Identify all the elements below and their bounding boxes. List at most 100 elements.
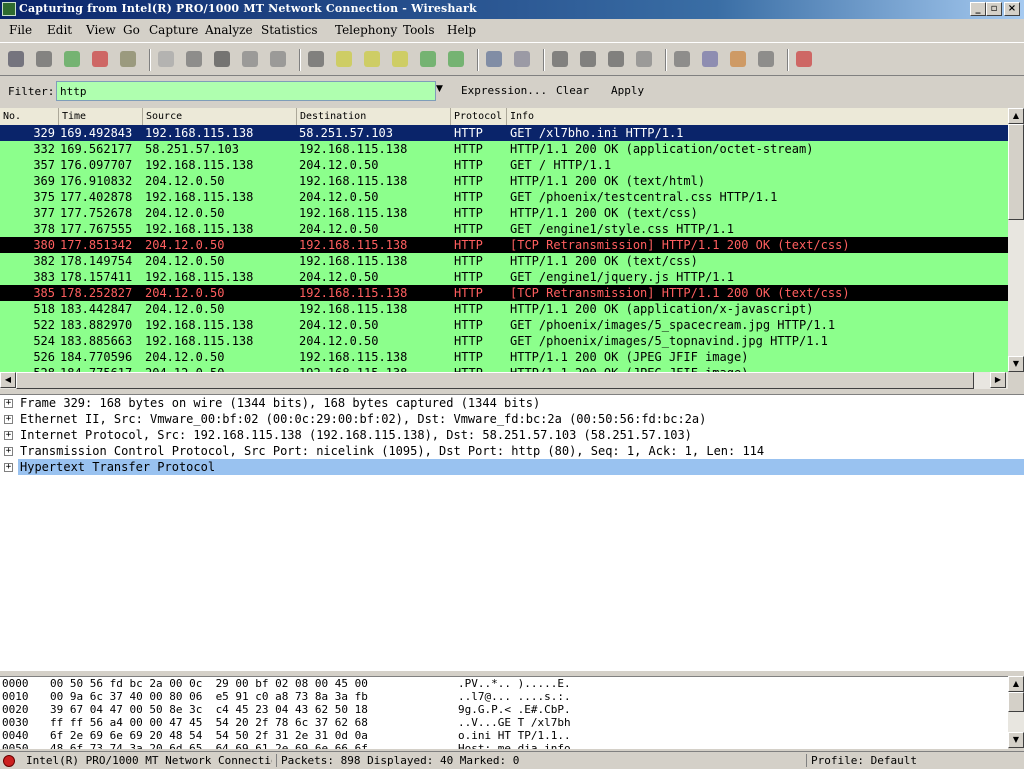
column-header-protocol[interactable]: Protocol <box>451 108 507 125</box>
stop-capture-icon[interactable] <box>92 51 108 67</box>
menu-capture[interactable]: Capture <box>149 23 198 37</box>
menu-view[interactable]: View <box>86 23 116 37</box>
display-filters-icon[interactable] <box>702 51 718 67</box>
go-first-icon[interactable] <box>420 51 436 67</box>
column-header-source[interactable]: Source <box>143 108 297 125</box>
expand-plus-icon[interactable]: + <box>4 415 13 424</box>
help-icon[interactable] <box>796 51 812 67</box>
column-header-info[interactable]: Info <box>507 108 1008 125</box>
hex-row[interactable]: 0050 48 6f 73 74 3a 20 6d 65 64 69 61 2e … <box>0 742 1008 749</box>
close-window-button[interactable]: × <box>1004 2 1020 16</box>
go-back-icon[interactable] <box>336 51 352 67</box>
scroll-left-icon[interactable]: ◀ <box>0 372 16 388</box>
scroll-right-icon[interactable]: ▶ <box>990 372 1006 388</box>
packet-details-pane[interactable]: + Frame 329: 168 bytes on wire (1344 bits… <box>0 394 1024 671</box>
hex-scroll-up-icon[interactable]: ▲ <box>1008 676 1024 692</box>
scroll-thumb[interactable] <box>1008 124 1024 220</box>
close-file-icon[interactable] <box>214 51 230 67</box>
menu-tools[interactable]: Tools <box>403 23 435 37</box>
packet-row[interactable]: 383 178.157411 192.168.115.138 204.12.0.50 H… <box>0 269 1008 285</box>
packet-list-vscrollbar[interactable]: ▲ ▼ <box>1008 108 1024 372</box>
find-icon[interactable] <box>308 51 324 67</box>
column-header-no[interactable]: No. <box>0 108 59 125</box>
menu-file[interactable]: File <box>9 23 32 37</box>
interface-list-icon[interactable] <box>8 51 24 67</box>
capture-filters-icon[interactable] <box>674 51 690 67</box>
packet-list-hscrollbar[interactable]: ◀ ▶ <box>0 372 1008 389</box>
preferences-icon[interactable] <box>758 51 774 67</box>
packet-row[interactable]: 524 183.885663 192.168.115.138 204.12.0.50 H… <box>0 333 1008 349</box>
packet-row[interactable]: 382 178.149754 204.12.0.50 192.168.115.138 H… <box>0 253 1008 269</box>
packet-row[interactable]: 380 177.851342 204.12.0.50 192.168.115.138 H… <box>0 237 1008 253</box>
hex-row[interactable]: 0000 00 50 56 fd bc 2a 00 0c 29 00 bf 02 … <box>0 677 1008 690</box>
hex-scroll-thumb[interactable] <box>1008 692 1024 712</box>
packet-row[interactable]: 385 178.252827 204.12.0.50 192.168.115.138 H… <box>0 285 1008 301</box>
expand-plus-icon[interactable]: + <box>4 399 13 408</box>
maximize-button[interactable]: ▫ <box>986 2 1002 16</box>
packet-row[interactable]: 332 169.562177 58.251.57.103 192.168.115.13… <box>0 141 1008 157</box>
packet-row[interactable]: 522 183.882970 192.168.115.138 204.12.0.50 H… <box>0 317 1008 333</box>
column-header-time[interactable]: Time <box>59 108 143 125</box>
restart-capture-icon[interactable] <box>120 51 136 67</box>
expand-plus-icon[interactable]: + <box>4 431 13 440</box>
expert-info-icon[interactable] <box>3 755 15 767</box>
packet-bytes-pane[interactable]: 0000 00 50 56 fd bc 2a 00 0c 29 00 bf 02 … <box>0 676 1008 749</box>
menu-telephony[interactable]: Telephony <box>335 23 397 37</box>
print-icon[interactable] <box>270 51 286 67</box>
hex-row[interactable]: 0020 39 67 04 47 00 50 8e 3c c4 45 23 04 … <box>0 703 1008 716</box>
clear-filter-button[interactable]: Clear <box>556 84 589 97</box>
packet-row[interactable]: 375 177.402878 192.168.115.138 204.12.0.50 H… <box>0 189 1008 205</box>
start-capture-icon[interactable] <box>64 51 80 67</box>
detail-tree-item[interactable]: + Hypertext Transfer Protocol <box>4 459 1024 475</box>
packet-row[interactable]: 528 184.775617204.12.0.50 192.168.115.138 H… <box>0 365 1008 372</box>
packet-row[interactable]: 518 183.442847 204.12.0.50 192.168.115.138 H… <box>0 301 1008 317</box>
hex-row[interactable]: 0030 ff ff 56 a4 00 00 47 45 54 20 2f 78 … <box>0 716 1008 729</box>
menu-statistics[interactable]: Statistics <box>261 23 318 37</box>
hex-row[interactable]: 0010 00 9a 6c 37 40 00 80 06 e5 91 c0 a8 … <box>0 690 1008 703</box>
packet-row[interactable]: 377 177.752678 204.12.0.50 192.168.115.138 H… <box>0 205 1008 221</box>
detail-tree-item[interactable]: + Transmission Control Protocol, Src Port… <box>0 443 1024 459</box>
packet-row[interactable]: 357 176.097707 192.168.115.138 204.12.0.50 H… <box>0 157 1008 173</box>
save-file-icon[interactable] <box>186 51 202 67</box>
resize-columns-icon[interactable] <box>636 51 652 67</box>
menu-edit[interactable]: Edit <box>47 23 72 37</box>
menu-help[interactable]: Help <box>447 23 476 37</box>
title-bar[interactable]: Capturing from Intel(R) PRO/1000 MT Netw… <box>0 0 1024 19</box>
zoom-in-icon[interactable] <box>552 51 568 67</box>
display-filter-input[interactable] <box>56 81 436 101</box>
minimize-button[interactable]: _ <box>970 2 986 16</box>
expand-plus-icon[interactable]: + <box>4 447 13 456</box>
detail-tree-item[interactable]: + Ethernet II, Src: Vmware_00:bf:02 (00:0… <box>0 411 1024 427</box>
apply-filter-button[interactable]: Apply <box>611 84 644 97</box>
zoom-normal-icon[interactable] <box>608 51 624 67</box>
hex-row[interactable]: 0040 6f 2e 69 6e 69 20 48 54 54 50 2f 31 … <box>0 729 1008 742</box>
colorize-icon[interactable] <box>486 51 502 67</box>
packet-row[interactable]: 329 169.492843 192.168.115.138 58.251.57.10… <box>0 125 1008 141</box>
coloring-rules-icon[interactable] <box>730 51 746 67</box>
status-profile[interactable]: Profile: Default <box>806 754 1022 767</box>
menu-analyze[interactable]: Analyze <box>205 23 253 37</box>
packet-row[interactable]: 369 176.910832 204.12.0.50 192.168.115.138 H… <box>0 173 1008 189</box>
packet-row[interactable]: 526 184.770596 204.12.0.50 192.168.115.138 H… <box>0 349 1008 365</box>
hex-vscrollbar[interactable]: ▲ ▼ <box>1008 676 1024 748</box>
open-file-icon[interactable] <box>158 51 174 67</box>
hscroll-thumb[interactable] <box>16 372 974 389</box>
expand-plus-icon[interactable]: + <box>4 463 13 472</box>
filter-history-dropdown-icon[interactable]: ▼ <box>436 84 443 94</box>
go-to-packet-icon[interactable] <box>392 51 408 67</box>
go-last-icon[interactable] <box>448 51 464 67</box>
scroll-down-icon[interactable]: ▼ <box>1008 356 1024 372</box>
packet-row[interactable]: 378 177.767555 192.168.115.138 204.12.0.50 H… <box>0 221 1008 237</box>
menu-go[interactable]: Go <box>123 23 140 37</box>
hex-scroll-down-icon[interactable]: ▼ <box>1008 732 1024 748</box>
scroll-up-icon[interactable]: ▲ <box>1008 108 1024 124</box>
detail-tree-item[interactable]: + Frame 329: 168 bytes on wire (1344 bits… <box>0 395 1024 411</box>
go-forward-icon[interactable] <box>364 51 380 67</box>
packet-list[interactable]: No. Time Source Destination Protocol Inf… <box>0 108 1008 372</box>
column-header-destination[interactable]: Destination <box>297 108 451 125</box>
expression-button[interactable]: Expression... <box>461 84 547 97</box>
autoscroll-icon[interactable] <box>514 51 530 67</box>
zoom-out-icon[interactable] <box>580 51 596 67</box>
detail-tree-item[interactable]: + Internet Protocol, Src: 192.168.115.138… <box>0 427 1024 443</box>
capture-options-icon[interactable] <box>36 51 52 67</box>
